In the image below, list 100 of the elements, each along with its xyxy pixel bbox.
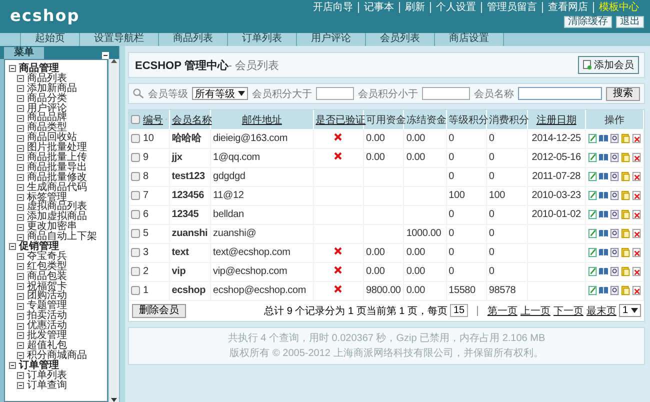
delete-icon[interactable] bbox=[632, 228, 641, 239]
magnifier-page-icon[interactable] bbox=[610, 247, 619, 258]
magnifier-page-icon[interactable] bbox=[610, 228, 619, 239]
collapse-icon[interactable] bbox=[17, 174, 24, 182]
checkbox[interactable] bbox=[131, 229, 140, 238]
checkbox[interactable] bbox=[131, 286, 140, 295]
nav-tab[interactable]: 商店设置 bbox=[434, 33, 504, 46]
menu-item[interactable]: 添加新商品 bbox=[9, 84, 107, 94]
checkbox[interactable] bbox=[131, 191, 140, 200]
collapse-icon[interactable] bbox=[17, 382, 24, 389]
edit-icon[interactable] bbox=[588, 247, 597, 258]
collapse-icon[interactable] bbox=[17, 194, 24, 202]
input-field[interactable] bbox=[316, 87, 354, 100]
collapse-icon[interactable] bbox=[17, 105, 24, 112]
collapse-icon[interactable] bbox=[17, 342, 24, 350]
header-link[interactable]: 模板中心 bbox=[593, 2, 644, 13]
input-field[interactable] bbox=[518, 87, 602, 100]
collapse-icon[interactable] bbox=[9, 65, 16, 72]
menu-item[interactable]: 团购活动 bbox=[9, 291, 107, 302]
checkbox[interactable] bbox=[131, 248, 140, 257]
collapse-icon[interactable] bbox=[17, 144, 24, 152]
checkbox[interactable] bbox=[131, 115, 140, 124]
checkbox[interactable] bbox=[131, 210, 140, 219]
collapse-icon[interactable] bbox=[17, 164, 24, 172]
edit-icon[interactable] bbox=[588, 285, 597, 296]
collapse-icon[interactable] bbox=[17, 312, 24, 320]
menu-item[interactable]: 订单查询 bbox=[9, 380, 107, 390]
search-button[interactable]: 搜索 bbox=[606, 86, 640, 100]
collapse-icon[interactable] bbox=[17, 352, 24, 360]
collapse-icon[interactable] bbox=[17, 204, 24, 211]
collapse-icon[interactable] bbox=[17, 114, 24, 122]
collapse-icon[interactable] bbox=[9, 243, 16, 250]
collapse-icon[interactable] bbox=[17, 372, 24, 380]
collapse-icon[interactable] bbox=[17, 134, 24, 142]
menu-item[interactable]: 夺宝奇兵 bbox=[9, 252, 107, 262]
nav-tab[interactable]: 起始页 bbox=[20, 33, 80, 46]
checkbox[interactable] bbox=[131, 153, 140, 162]
delete-members-button[interactable]: 删除会员 bbox=[132, 304, 186, 318]
collapse-icon[interactable] bbox=[17, 234, 24, 241]
delete-icon[interactable] bbox=[632, 285, 641, 296]
collapse-icon[interactable] bbox=[17, 302, 24, 310]
header-button[interactable]: 清除缓存 bbox=[564, 16, 612, 28]
page-select[interactable]: 1 bbox=[619, 304, 641, 317]
delete-icon[interactable] bbox=[632, 190, 641, 201]
magnifier-page-icon[interactable] bbox=[610, 132, 619, 144]
magnifier-page-icon[interactable] bbox=[610, 285, 619, 296]
menu-tab[interactable]: 菜单 bbox=[4, 47, 44, 59]
per-page-field[interactable]: 15 bbox=[450, 304, 468, 317]
input-field[interactable] bbox=[422, 87, 470, 100]
edit-icon[interactable] bbox=[588, 132, 597, 144]
book-icon[interactable] bbox=[598, 171, 608, 182]
collapse-icon[interactable] bbox=[17, 332, 24, 340]
checkbox[interactable] bbox=[131, 267, 140, 276]
nav-tab[interactable]: 订单列表 bbox=[227, 33, 297, 46]
delete-icon[interactable] bbox=[632, 266, 641, 277]
nav-tab[interactable]: 设置导航栏 bbox=[79, 33, 159, 46]
menu-item[interactable]: 商品分类 bbox=[9, 94, 107, 104]
menu-item[interactable]: 祝福贺卡 bbox=[9, 282, 107, 292]
menu-group[interactable]: 促销管理 bbox=[9, 242, 107, 252]
level-select[interactable]: 所有等级 bbox=[192, 87, 248, 100]
scroll-up-icon[interactable] bbox=[111, 59, 117, 63]
magnifier-page-icon[interactable] bbox=[610, 266, 619, 277]
menu-item[interactable]: 积分商城商品 bbox=[9, 350, 107, 361]
collapse-icon[interactable] bbox=[17, 214, 24, 221]
nav-tab[interactable]: 用户评论 bbox=[296, 33, 366, 46]
nav-tab[interactable]: 商品列表 bbox=[158, 33, 228, 46]
menu-item[interactable]: 超值礼包 bbox=[9, 340, 107, 351]
collapse-icon[interactable] bbox=[102, 52, 109, 59]
collapse-icon[interactable] bbox=[17, 273, 24, 280]
book-icon[interactable] bbox=[598, 266, 608, 277]
page-link[interactable]: 第一页 bbox=[487, 304, 518, 318]
menu-item[interactable]: 红包类型 bbox=[9, 262, 107, 272]
add-member-button[interactable]: 添加会员 bbox=[578, 56, 639, 74]
menu-item[interactable]: 商品列表 bbox=[9, 74, 107, 84]
menu-item[interactable]: 商品批量导出 bbox=[9, 162, 107, 173]
collapse-icon[interactable] bbox=[17, 263, 24, 270]
collapse-icon[interactable] bbox=[17, 224, 24, 231]
nav-tab[interactable]: 会员列表 bbox=[365, 33, 435, 46]
delete-icon[interactable] bbox=[632, 132, 641, 144]
collapse-icon[interactable] bbox=[17, 283, 24, 290]
menu-item[interactable]: 订单列表 bbox=[9, 370, 107, 380]
collapse-icon[interactable] bbox=[17, 85, 24, 92]
menu-item[interactable]: 商品包装 bbox=[9, 272, 107, 282]
book-icon[interactable] bbox=[598, 285, 608, 296]
edit-icon[interactable] bbox=[588, 190, 597, 201]
page-link[interactable]: 下一页 bbox=[553, 304, 584, 318]
edit-icon[interactable] bbox=[588, 171, 597, 182]
delete-icon[interactable] bbox=[632, 209, 641, 220]
collapse-icon[interactable] bbox=[17, 184, 24, 192]
edit-icon[interactable] bbox=[588, 266, 597, 277]
header-link[interactable]: 开店向导 bbox=[308, 2, 358, 13]
book-icon[interactable] bbox=[598, 209, 608, 220]
collapse-icon[interactable] bbox=[17, 154, 24, 162]
header-link[interactable]: 刷新 bbox=[399, 2, 430, 13]
delete-icon[interactable] bbox=[632, 171, 641, 182]
collapse-icon[interactable] bbox=[9, 362, 16, 370]
scroll-down-icon[interactable] bbox=[111, 398, 117, 402]
checkbox[interactable] bbox=[131, 172, 140, 181]
menu-item[interactable]: 用户评论 bbox=[9, 104, 107, 114]
collapse-icon[interactable] bbox=[17, 95, 24, 102]
